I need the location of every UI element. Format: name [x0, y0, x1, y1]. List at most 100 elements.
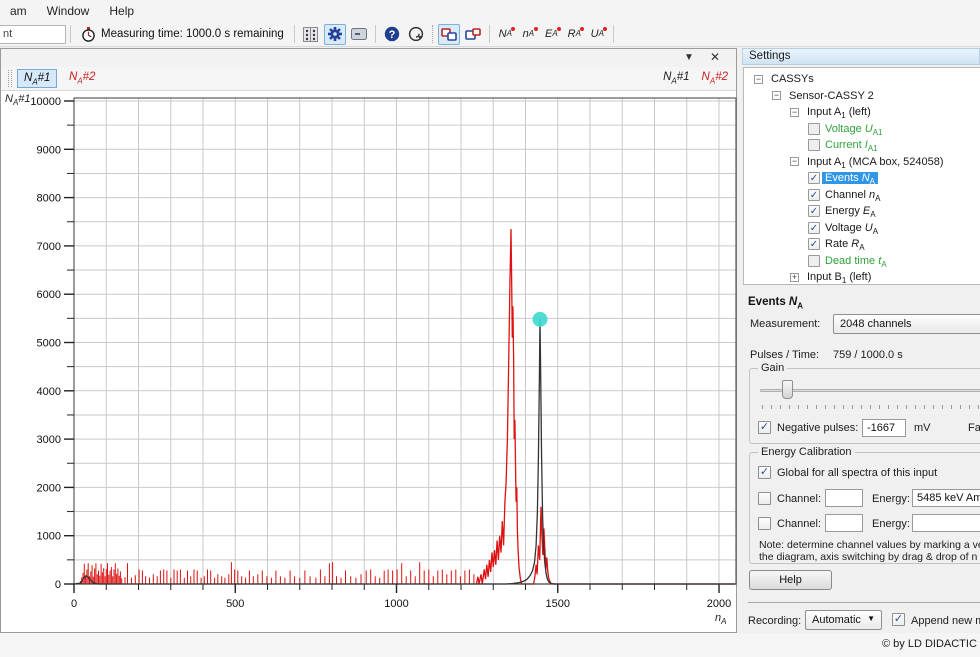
channel-1-label: Channel:	[777, 493, 821, 505]
tree-collapse-icon[interactable]: −	[790, 157, 799, 166]
channel-1-input[interactable]	[825, 489, 863, 507]
quantity-button-na[interactable]: NA	[495, 24, 516, 45]
tree-item[interactable]: ✓Voltage UA	[744, 220, 980, 237]
tree-checkbox[interactable]: ✓	[808, 189, 820, 201]
menu-item-help[interactable]: Help	[99, 2, 144, 20]
legend-series-2: NA#2	[702, 71, 728, 83]
settings-separator	[748, 602, 980, 603]
tree-checkbox[interactable]: ✓	[808, 172, 820, 184]
quantity-button-ua[interactable]: UA	[587, 24, 608, 45]
global-calibration-checkbox[interactable]: ✓	[758, 466, 771, 479]
energy-calibration-groupbox: Energy Calibration ✓ Global for all spec…	[749, 452, 980, 564]
svg-text:500: 500	[226, 598, 244, 610]
panel-menu-caret-icon[interactable]: ▼	[680, 50, 698, 65]
tree-item[interactable]: −CASSYs	[744, 71, 980, 88]
cassy-lab-window: am Window Help nt Measuring time: 1000.0…	[0, 0, 980, 657]
tree-item[interactable]: Dead time tA	[744, 253, 980, 270]
channel-2-input[interactable]	[825, 514, 863, 532]
recording-dropdown[interactable]: Automatic ▼	[805, 610, 882, 630]
tree-item-label[interactable]: Voltage UA	[822, 222, 881, 234]
tree-collapse-icon[interactable]: −	[754, 75, 763, 84]
tree-checkbox[interactable]	[808, 123, 820, 135]
spectrum-plot[interactable]: 0500100015002000010002000300040005000600…	[1, 91, 738, 634]
tree-item-label[interactable]: Sensor-CASSY 2	[786, 90, 877, 102]
help-button[interactable]: ?	[381, 24, 403, 45]
tree-item-label[interactable]: Voltage UA1	[822, 123, 886, 135]
cassy-display-button[interactable]	[438, 24, 460, 45]
tree-item-label[interactable]: Events NA	[822, 172, 878, 184]
tree-item-label[interactable]: Dead time tA	[822, 255, 890, 267]
measuring-time-label: Measuring time: 1000.0 s remaining	[101, 28, 284, 40]
toolbar-separator	[489, 25, 490, 43]
tree-item-label[interactable]: Channel nA	[822, 189, 884, 201]
svg-text:8000: 8000	[37, 193, 61, 205]
tree-item[interactable]: ✓Channel nA	[744, 187, 980, 204]
display-settings-button[interactable]	[348, 24, 370, 45]
tree-checkbox[interactable]	[808, 139, 820, 151]
measuring-time-group: Measuring time: 1000.0 s remaining	[75, 27, 290, 42]
layout-grid-button[interactable]	[300, 24, 322, 45]
gain-label: Gain	[758, 362, 787, 374]
tab-drag-handle[interactable]	[8, 70, 12, 87]
tree-item[interactable]: ✓Events NA	[744, 170, 980, 187]
menu-item-diagram[interactable]: am	[0, 2, 37, 20]
menu-item-window[interactable]: Window	[37, 2, 100, 20]
quantity-button-n-small-a[interactable]: nA	[518, 24, 539, 45]
tree-item[interactable]: ✓Rate RA	[744, 236, 980, 253]
measurement-dropdown[interactable]: 2048 channels	[833, 314, 980, 334]
tree-item[interactable]: −Input A1 (MCA box, 524058)	[744, 154, 980, 171]
panel-close-icon[interactable]: ✕	[706, 50, 724, 65]
diagram-titlebar[interactable]: ▼ ✕	[1, 49, 736, 67]
tree-item-label[interactable]: Input A1 (MCA box, 524058)	[804, 156, 947, 168]
tree-item[interactable]: ✓Energy EA	[744, 203, 980, 220]
status-bar: © by LD DIDACTIC G	[0, 633, 980, 657]
gain-slider-thumb[interactable]	[782, 380, 793, 399]
tree-expand-icon[interactable]: +	[790, 273, 799, 282]
tree-item-label[interactable]: Input A1 (left)	[804, 106, 874, 118]
tree-collapse-icon[interactable]: −	[790, 108, 799, 117]
quantity-button-ea[interactable]: EA	[541, 24, 562, 45]
tree-checkbox[interactable]	[808, 255, 820, 267]
energy-calibration-label: Energy Calibration	[758, 446, 855, 458]
tree-checkbox[interactable]: ✓	[808, 222, 820, 234]
channel-marker[interactable]	[533, 312, 548, 327]
tab-na1[interactable]: NA#1	[17, 69, 57, 88]
negative-pulses-checkbox[interactable]: ✓	[758, 421, 771, 434]
toolbar-text-fragment[interactable]: nt	[0, 25, 66, 44]
tree-item-label[interactable]: CASSYs	[768, 73, 817, 85]
svg-text:4000: 4000	[37, 386, 61, 398]
toolbar-separator	[70, 25, 71, 43]
channel-2-checkbox[interactable]	[758, 517, 771, 530]
tree-item-label[interactable]: Energy EA	[822, 205, 879, 217]
help-button-settings[interactable]: Help	[749, 570, 832, 590]
tree-item[interactable]: −Sensor-CASSY 2	[744, 88, 980, 105]
tree-item-label[interactable]: Input B1 (left)	[804, 271, 874, 283]
events-section-title: Events NA	[748, 296, 803, 308]
support-button[interactable]	[405, 24, 427, 45]
tree-item-label[interactable]: Rate RA	[822, 238, 868, 250]
tab-na2[interactable]: NA#2	[63, 69, 101, 88]
svg-text:0: 0	[55, 579, 61, 591]
tree-item[interactable]: Voltage UA1	[744, 121, 980, 138]
tree-item[interactable]: −Input A1 (left)	[744, 104, 980, 121]
tree-checkbox[interactable]: ✓	[808, 205, 820, 217]
new-value-dot-icon	[534, 27, 538, 31]
tree-item[interactable]: + Input B1 (left)	[744, 269, 980, 286]
tree-item-label[interactable]: Current IA1	[822, 139, 881, 151]
settings-gear-button[interactable]	[324, 24, 346, 45]
recording-label: Recording:	[748, 615, 801, 627]
channel-1-checkbox[interactable]	[758, 492, 771, 505]
copyright-text: © by LD DIDACTIC G	[882, 638, 980, 650]
tree-item[interactable]: Current IA1	[744, 137, 980, 154]
quantity-button-ra[interactable]: RA	[564, 24, 585, 45]
energy-2-input[interactable]	[912, 514, 980, 532]
append-checkbox[interactable]: ✓	[892, 613, 905, 626]
gain-slider-track[interactable]	[760, 389, 980, 392]
negative-pulses-input[interactable]: -1667	[862, 419, 906, 437]
x-axis-title[interactable]: nA	[715, 612, 726, 624]
channel-2-label: Channel:	[777, 518, 821, 530]
cassy-module-button[interactable]	[462, 24, 484, 45]
tree-checkbox[interactable]: ✓	[808, 238, 820, 250]
tree-collapse-icon[interactable]: −	[772, 91, 781, 100]
energy-1-input[interactable]: 5485 keV Am24	[912, 489, 980, 507]
